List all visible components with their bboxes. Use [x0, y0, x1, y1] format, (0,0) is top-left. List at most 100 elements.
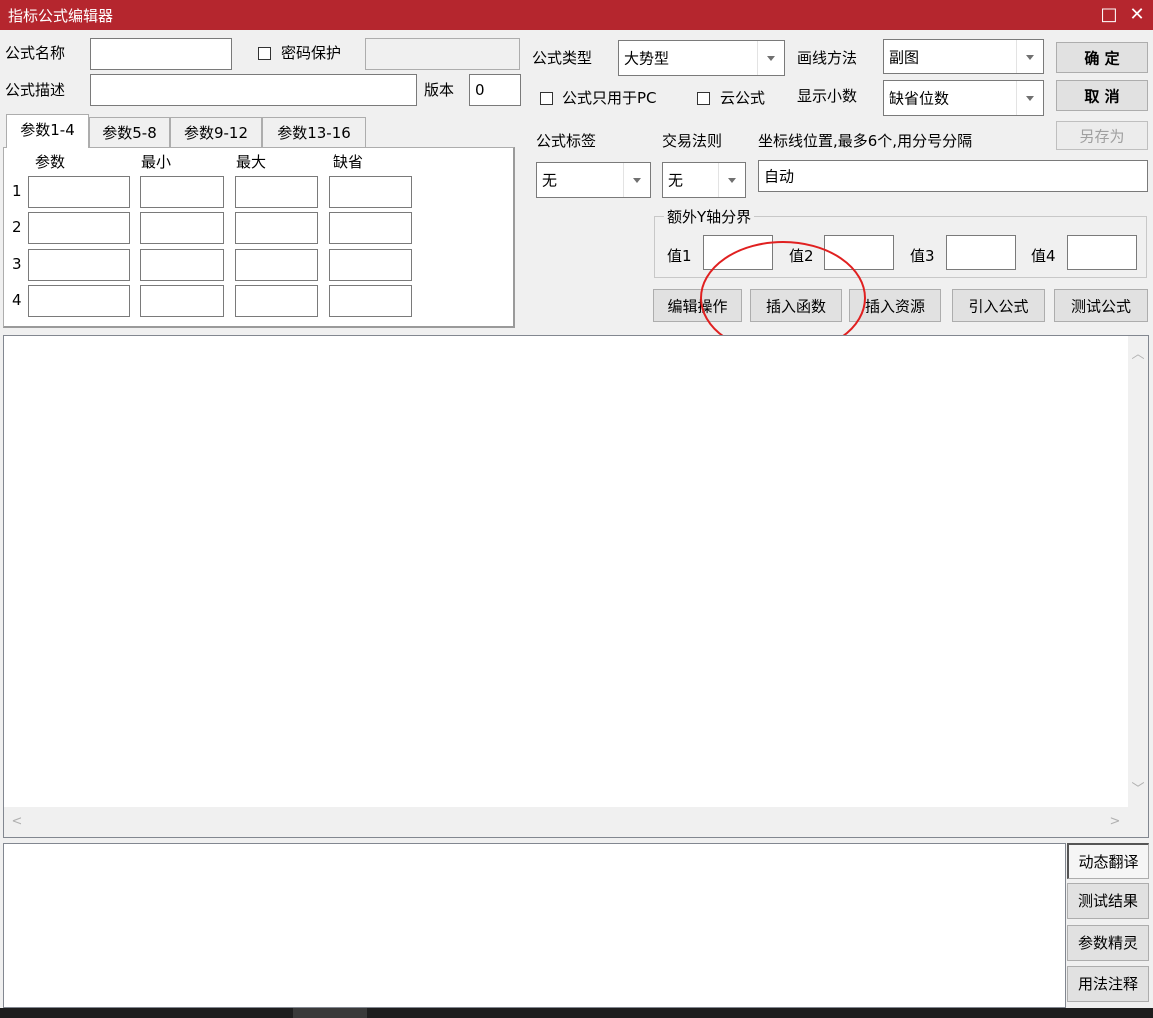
chevron-down-icon[interactable] — [1016, 81, 1043, 115]
param-header-name: 参数 — [35, 153, 66, 171]
formula-name-label: 公式名称 — [5, 44, 66, 62]
taskbar-item[interactable] — [293, 1008, 367, 1018]
scroll-up-icon[interactable]: ︿ — [1129, 346, 1147, 364]
axis-position-input[interactable]: 自动 — [758, 160, 1148, 192]
formula-editor-area[interactable]: ︿ ﹀ < > — [3, 335, 1149, 838]
extra-y-axis-label: 额外Y轴分界 — [664, 207, 755, 227]
param-4-min[interactable] — [140, 285, 224, 317]
import-formula-button[interactable]: 引入公式 — [952, 289, 1045, 322]
test-formula-label: 测试公式 — [1070, 297, 1131, 315]
save-as-button-label: 另存为 — [1079, 127, 1125, 145]
tab-params-13-16[interactable]: 参数13-16 — [262, 117, 366, 148]
param-row-label: 2 — [12, 218, 22, 236]
param-1-min[interactable] — [140, 176, 224, 208]
param-4-default[interactable] — [329, 285, 412, 317]
formula-tag-select[interactable]: 无 — [536, 162, 651, 198]
window-title: 指标公式编辑器 — [8, 7, 114, 25]
scroll-left-icon[interactable]: < — [8, 813, 26, 831]
param-wizard-button[interactable]: 参数精灵 — [1067, 925, 1149, 961]
draw-method-select[interactable]: 副图 — [883, 39, 1044, 74]
y-value-1-label: 值1 — [667, 247, 692, 265]
save-as-button[interactable]: 另存为 — [1056, 121, 1148, 150]
param-2-default[interactable] — [329, 212, 412, 244]
param-3-min[interactable] — [140, 249, 224, 281]
chevron-down-icon[interactable] — [757, 41, 784, 75]
axis-position-label: 坐标线位置,最多6个,用分号分隔 — [758, 132, 973, 150]
trade-rule-label: 交易法则 — [662, 132, 723, 150]
decimal-label: 显示小数 — [797, 87, 858, 105]
import-formula-label: 引入公式 — [968, 297, 1029, 315]
version-label: 版本 — [424, 81, 455, 99]
param-row-label: 1 — [12, 182, 22, 200]
ok-button[interactable]: 确 定 — [1056, 42, 1148, 73]
param-4-name[interactable] — [28, 285, 130, 317]
param-3-default[interactable] — [329, 249, 412, 281]
param-3-name[interactable] — [28, 249, 130, 281]
dynamic-translate-button[interactable]: 动态翻译 — [1067, 843, 1149, 879]
formula-tag-value: 无 — [542, 171, 558, 190]
scroll-down-icon[interactable]: ﹀ — [1129, 781, 1147, 799]
formula-editor-text[interactable] — [4, 336, 1128, 807]
draw-method-value: 副图 — [889, 48, 920, 66]
version-value: 0 — [475, 81, 485, 99]
param-2-max[interactable] — [235, 212, 318, 244]
param-3-max[interactable] — [235, 249, 318, 281]
test-formula-button[interactable]: 测试公式 — [1054, 289, 1148, 322]
editor-horizontal-scrollbar[interactable]: < > — [4, 807, 1148, 837]
param-2-min[interactable] — [140, 212, 224, 244]
draw-method-label: 画线方法 — [797, 49, 858, 67]
title-bar[interactable]: 指标公式编辑器 □ ✕ — [0, 0, 1153, 30]
decimal-value: 缺省位数 — [889, 89, 950, 108]
param-row-label: 4 — [12, 291, 22, 309]
chevron-down-icon[interactable] — [623, 163, 650, 197]
trade-rule-value: 无 — [668, 171, 684, 190]
y-value-4-input[interactable] — [1067, 235, 1137, 270]
formula-type-label: 公式类型 — [532, 49, 593, 67]
params-panel: 参数 最小 最大 缺省 1 2 3 4 — [3, 147, 515, 328]
formula-desc-label: 公式描述 — [5, 81, 66, 99]
test-result-button[interactable]: 测试结果 — [1067, 883, 1149, 919]
param-1-default[interactable] — [329, 176, 412, 208]
close-icon[interactable]: ✕ — [1124, 2, 1150, 28]
formula-desc-input[interactable] — [90, 74, 417, 106]
trade-rule-select[interactable]: 无 — [662, 162, 746, 198]
param-header-min: 最小 — [141, 153, 172, 171]
chevron-down-icon[interactable] — [1016, 40, 1043, 73]
param-header-max: 最大 — [236, 153, 267, 171]
param-header-default: 缺省 — [333, 153, 364, 171]
cancel-button-label: 取 消 — [1084, 87, 1120, 105]
param-1-name[interactable] — [28, 176, 130, 208]
maximize-icon[interactable]: □ — [1096, 2, 1122, 28]
decimal-select[interactable]: 缺省位数 — [883, 80, 1044, 116]
tab-params-9-12[interactable]: 参数9-12 — [170, 117, 262, 148]
y-value-3-input[interactable] — [946, 235, 1016, 270]
pc-only-label: 公式只用于PC — [562, 89, 657, 107]
password-label: 密码保护 — [281, 44, 342, 62]
cloud-checkbox[interactable] — [697, 92, 710, 105]
formula-type-value: 大势型 — [624, 49, 670, 68]
axis-position-value: 自动 — [764, 167, 795, 186]
param-4-max[interactable] — [235, 285, 318, 317]
scroll-right-icon[interactable]: > — [1106, 813, 1124, 831]
param-row-label: 3 — [12, 255, 22, 273]
ok-button-label: 确 定 — [1084, 49, 1120, 67]
output-area[interactable] — [3, 843, 1066, 1008]
cancel-button[interactable]: 取 消 — [1056, 80, 1148, 111]
version-input[interactable]: 0 — [469, 74, 521, 106]
password-input[interactable] — [365, 38, 520, 70]
taskbar — [0, 1008, 1153, 1018]
param-1-max[interactable] — [235, 176, 318, 208]
chevron-down-icon[interactable] — [718, 163, 745, 197]
usage-notes-button[interactable]: 用法注释 — [1067, 966, 1149, 1002]
y-value-4-label: 值4 — [1031, 247, 1056, 265]
formula-name-input[interactable] — [90, 38, 232, 70]
formula-editor-window: 指标公式编辑器 □ ✕ 公式名称 密码保护 公式类型 大势型 画线方法 副图 确… — [0, 0, 1153, 1008]
tab-params-1-4[interactable]: 参数1-4 — [6, 114, 89, 148]
editor-vertical-scrollbar[interactable]: ︿ ﹀ — [1128, 336, 1148, 807]
formula-type-select[interactable]: 大势型 — [618, 40, 785, 76]
y-value-3-label: 值3 — [910, 247, 935, 265]
password-checkbox[interactable] — [258, 47, 271, 60]
pc-only-checkbox[interactable] — [540, 92, 553, 105]
tab-params-5-8[interactable]: 参数5-8 — [89, 117, 170, 148]
param-2-name[interactable] — [28, 212, 130, 244]
